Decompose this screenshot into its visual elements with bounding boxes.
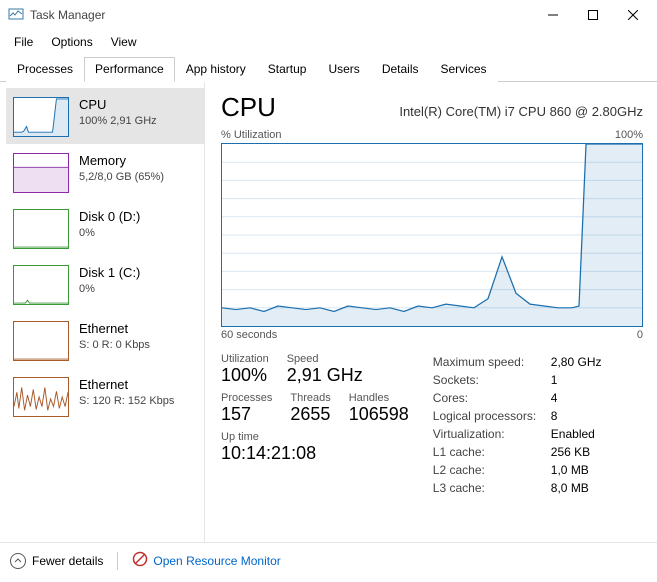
cpu-description: Intel(R) Core(TM) i7 CPU 860 @ 2.80GHz (399, 104, 643, 119)
fewer-details-label: Fewer details (32, 554, 103, 568)
sidebar-item-label: CPU (79, 97, 157, 114)
chart-x-right: 0 (637, 329, 643, 341)
processes-label: Processes (221, 392, 272, 404)
sidebar-item-sub: S: 120 R: 152 Kbps (79, 394, 174, 408)
sidebar-item-label: Memory (79, 153, 164, 170)
cpu-utilization-chart (221, 143, 643, 327)
chevron-up-icon (10, 553, 26, 569)
handles-label: Handles (349, 392, 409, 404)
threads-label: Threads (290, 392, 330, 404)
fewer-details-button[interactable]: Fewer details (10, 553, 103, 569)
disk-thumb-icon (13, 209, 69, 249)
maximize-button[interactable] (573, 1, 613, 29)
memory-thumb-icon (13, 153, 69, 193)
cpu-thumb-icon (13, 97, 69, 137)
footer: Fewer details Open Resource Monitor (0, 542, 657, 578)
sidebar-item-cpu[interactable]: CPU 100% 2,91 GHz (6, 88, 204, 144)
sidebar-item-label: Ethernet (79, 321, 150, 338)
close-button[interactable] (613, 1, 653, 29)
max-speed-label: Maximum speed: (433, 353, 551, 371)
l1-cache-label: L1 cache: (433, 443, 551, 461)
resource-monitor-label: Open Resource Monitor (153, 554, 280, 568)
processes-value: 157 (221, 404, 272, 425)
sidebar-item-ethernet-0[interactable]: Ethernet S: 0 R: 0 Kbps (6, 312, 204, 368)
sidebar-item-disk-1[interactable]: Disk 1 (C:) 0% (6, 256, 204, 312)
speed-label: Speed (287, 353, 363, 365)
tab-startup[interactable]: Startup (257, 57, 318, 82)
ethernet-thumb-icon (13, 377, 69, 417)
sidebar-item-sub: 0% (79, 226, 140, 240)
sidebar: CPU 100% 2,91 GHz Memory 5,2/8,0 GB (65%… (0, 82, 205, 542)
sidebar-item-label: Disk 1 (C:) (79, 265, 140, 282)
stats-details: Maximum speed:2,80 GHz Sockets:1 Cores:4… (433, 353, 602, 497)
l2-cache-value: 1,0 MB (551, 461, 589, 479)
sidebar-item-sub: 5,2/8,0 GB (65%) (79, 170, 164, 184)
tab-processes[interactable]: Processes (6, 57, 84, 82)
tab-details[interactable]: Details (371, 57, 430, 82)
logical-processors-label: Logical processors: (433, 407, 551, 425)
utilization-label: Utilization (221, 353, 269, 365)
uptime-label: Up time (221, 431, 316, 443)
page-title: CPU (221, 92, 276, 123)
chart-y-label: % Utilization (221, 129, 282, 141)
sidebar-item-sub: S: 0 R: 0 Kbps (79, 338, 150, 352)
sidebar-item-label: Disk 0 (D:) (79, 209, 140, 226)
cores-value: 4 (551, 389, 558, 407)
virtualization-label: Virtualization: (433, 425, 551, 443)
logical-processors-value: 8 (551, 407, 558, 425)
l3-cache-value: 8,0 MB (551, 479, 589, 497)
speed-value: 2,91 GHz (287, 365, 363, 386)
resource-monitor-icon (132, 551, 148, 570)
virtualization-value: Enabled (551, 425, 595, 443)
sidebar-item-label: Ethernet (79, 377, 174, 394)
minimize-button[interactable] (533, 1, 573, 29)
sidebar-item-ethernet-1[interactable]: Ethernet S: 120 R: 152 Kbps (6, 368, 204, 424)
chart-y-max: 100% (615, 129, 643, 141)
main-panel: CPU Intel(R) Core(TM) i7 CPU 860 @ 2.80G… (205, 82, 657, 542)
threads-value: 2655 (290, 404, 330, 425)
sockets-value: 1 (551, 371, 558, 389)
sidebar-item-disk-0[interactable]: Disk 0 (D:) 0% (6, 200, 204, 256)
stats-primary: Utilization 100% Speed 2,91 GHz Processe… (221, 353, 409, 497)
chart-x-left: 60 seconds (221, 329, 277, 341)
menu-options[interactable]: Options (43, 32, 100, 52)
tab-users[interactable]: Users (317, 57, 370, 82)
l2-cache-label: L2 cache: (433, 461, 551, 479)
handles-value: 106598 (349, 404, 409, 425)
uptime-value: 10:14:21:08 (221, 443, 316, 464)
max-speed-value: 2,80 GHz (551, 353, 602, 371)
tab-app-history[interactable]: App history (175, 57, 257, 82)
menu-view[interactable]: View (103, 32, 145, 52)
disk-thumb-icon (13, 265, 69, 305)
tab-strip: Processes Performance App history Startu… (0, 56, 657, 82)
window-title: Task Manager (30, 8, 105, 22)
sidebar-item-sub: 100% 2,91 GHz (79, 114, 157, 128)
menu-file[interactable]: File (6, 32, 41, 52)
ethernet-thumb-icon (13, 321, 69, 361)
sockets-label: Sockets: (433, 371, 551, 389)
separator (117, 552, 118, 570)
utilization-value: 100% (221, 365, 269, 386)
app-icon (8, 6, 24, 25)
cores-label: Cores: (433, 389, 551, 407)
tab-services[interactable]: Services (430, 57, 498, 82)
l3-cache-label: L3 cache: (433, 479, 551, 497)
l1-cache-value: 256 KB (551, 443, 590, 461)
sidebar-item-memory[interactable]: Memory 5,2/8,0 GB (65%) (6, 144, 204, 200)
open-resource-monitor-link[interactable]: Open Resource Monitor (132, 551, 280, 570)
titlebar: Task Manager (0, 0, 657, 30)
menubar: File Options View (0, 30, 657, 54)
sidebar-item-sub: 0% (79, 282, 140, 296)
tab-performance[interactable]: Performance (84, 57, 175, 82)
